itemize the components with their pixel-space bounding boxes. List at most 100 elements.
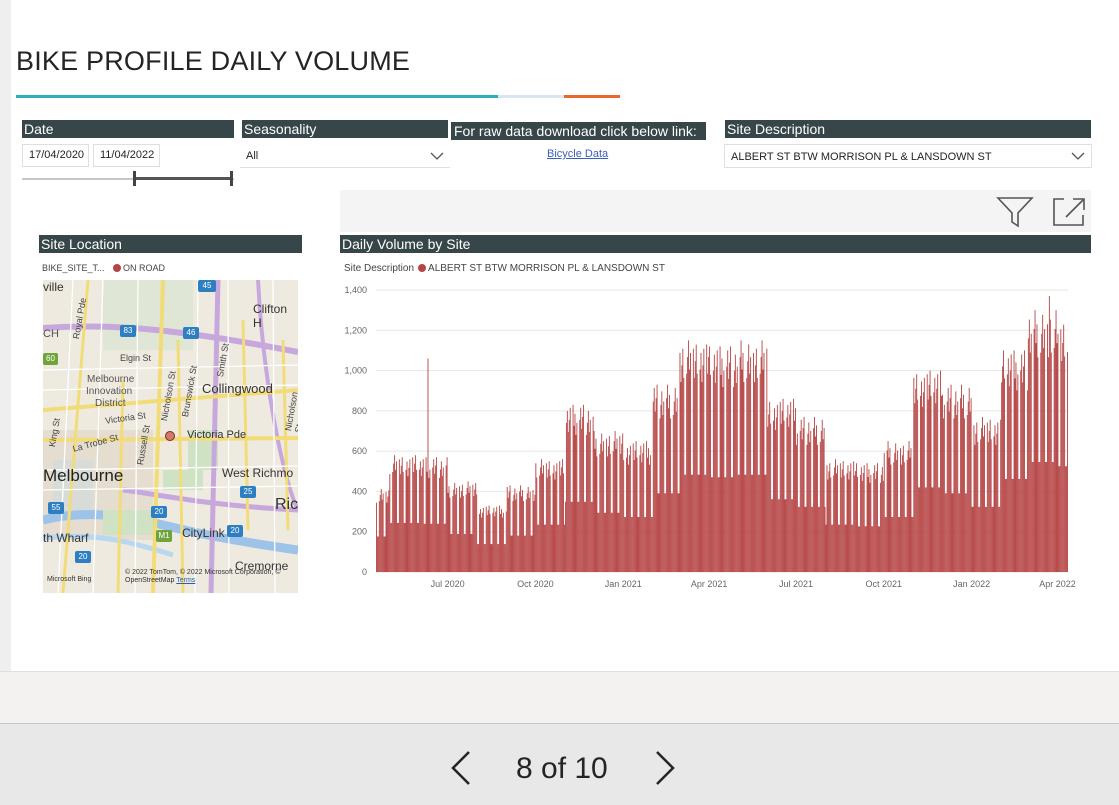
bar: [438, 477, 440, 572]
bar: [679, 352, 681, 572]
bar: [687, 357, 689, 572]
bar: [501, 509, 502, 572]
bar: [573, 425, 575, 572]
bar: [961, 384, 963, 572]
bar: [863, 465, 865, 572]
bar: [564, 524, 565, 572]
bar: [744, 474, 746, 572]
chart-legend: Site Description ALBERT ST BTW MORRISON P…: [344, 263, 665, 274]
bar: [1058, 466, 1060, 572]
bar: [606, 456, 608, 572]
bar: [650, 517, 652, 572]
bar: [588, 431, 590, 572]
bar: [1016, 390, 1018, 572]
bar: [595, 438, 597, 572]
bar: [394, 455, 396, 572]
date-slider-end-handle[interactable]: [230, 171, 233, 186]
bar: [515, 499, 517, 572]
bar: [960, 398, 962, 572]
bar: [411, 522, 413, 572]
bar: [677, 493, 679, 572]
bar: [859, 474, 861, 572]
bar: [637, 517, 639, 572]
bar: [376, 536, 378, 572]
bar: [870, 474, 872, 572]
bar: [473, 496, 475, 572]
bar: [905, 517, 907, 572]
bar: [405, 469, 407, 572]
bar: [428, 477, 430, 572]
bar: [647, 457, 648, 572]
bar: [900, 464, 902, 572]
map-legend-value: ON ROAD: [123, 263, 166, 273]
bar: [551, 524, 553, 572]
bar: [949, 398, 951, 572]
x-tick-label: Jan 2022: [953, 579, 990, 589]
bicycle-data-link[interactable]: Bicycle Data: [547, 148, 608, 160]
bar: [469, 486, 471, 572]
bar: [941, 395, 942, 572]
bar: [956, 415, 958, 572]
bar: [543, 524, 545, 572]
previous-page-button[interactable]: [449, 750, 473, 786]
bar: [422, 459, 424, 572]
bar: [943, 404, 945, 572]
next-page-button[interactable]: [653, 750, 677, 786]
bar: [1055, 310, 1057, 572]
filter-icon[interactable]: [996, 195, 1034, 234]
bar: [472, 484, 474, 572]
date-end-input[interactable]: 11/04/2022: [93, 144, 160, 167]
bar: [1003, 350, 1005, 572]
bar: [952, 493, 954, 572]
bar: [1059, 466, 1061, 572]
bar: [546, 477, 548, 572]
bar: [443, 523, 445, 572]
bar: [466, 487, 468, 572]
bar: [944, 493, 946, 572]
bar: [438, 523, 439, 572]
bar: [1048, 296, 1050, 572]
bar: [694, 361, 696, 572]
bar: [507, 497, 509, 572]
x-tick-label: Apr 2021: [691, 579, 728, 589]
seasonality-dropdown[interactable]: All: [240, 144, 450, 168]
bar: [959, 493, 961, 572]
bar: [421, 467, 423, 572]
bar: [813, 428, 815, 572]
site-description-dropdown[interactable]: ALBERT ST BTW MORRISON PL & LANSDOWN ST: [724, 144, 1092, 168]
y-tick-label: 1,200: [344, 325, 367, 335]
daily-volume-chart[interactable]: 0 200 400 600 800 1,000 1,200 1,400 Jul 2020 Oct …: [340, 280, 1091, 590]
map-label-melbourne-innovation: Melbourne: [87, 374, 135, 385]
bar: [513, 494, 515, 572]
bar: [871, 526, 873, 572]
bar: [719, 346, 721, 572]
bar: [742, 352, 744, 572]
bar: [663, 401, 665, 572]
bar: [560, 475, 562, 572]
bar: [837, 524, 839, 572]
bar: [623, 459, 625, 572]
bar: [1005, 478, 1006, 572]
map-terms-link[interactable]: Terms: [176, 577, 195, 584]
bar: [412, 457, 414, 572]
bar: [846, 473, 848, 572]
bar: [646, 441, 648, 572]
bar: [708, 357, 710, 572]
focus-mode-icon[interactable]: [1052, 197, 1086, 232]
bar: [702, 365, 704, 572]
bar: [700, 352, 702, 572]
bar: [819, 442, 821, 572]
bar: [766, 348, 768, 572]
date-start-input[interactable]: 17/04/2020: [22, 144, 89, 167]
bar: [848, 479, 850, 572]
bar: [856, 463, 858, 572]
y-tick-label: 400: [352, 486, 367, 496]
bar: [985, 506, 987, 572]
site-map[interactable]: ville Clifton H CH Royal Pde Elgin St Me…: [43, 280, 298, 593]
bar: [823, 428, 825, 572]
bar: [553, 465, 555, 572]
bar: [977, 442, 979, 572]
date-slider-start-handle[interactable]: [133, 171, 136, 186]
bar: [833, 475, 835, 572]
bar: [791, 499, 793, 572]
